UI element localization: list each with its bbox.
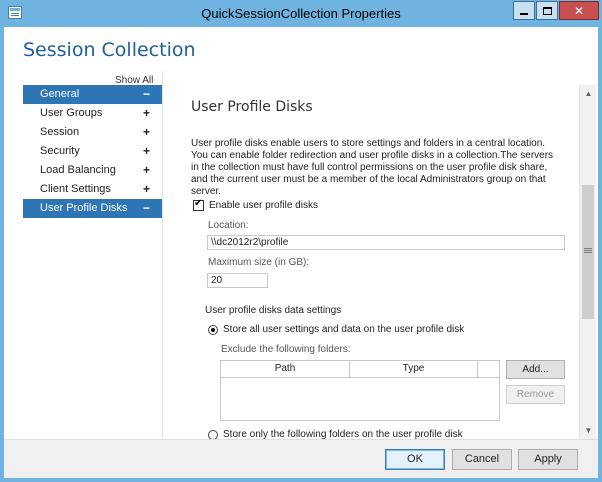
scroll-up-icon[interactable]: ▲ bbox=[580, 85, 597, 102]
max-size-field[interactable]: 20 bbox=[207, 273, 268, 288]
minimize-icon bbox=[520, 12, 528, 15]
page-title: Session Collection bbox=[23, 39, 196, 61]
sidebar-item-label: Client Settings bbox=[40, 183, 111, 195]
remove-folder-button[interactable]: Remove bbox=[506, 385, 565, 404]
location-field[interactable]: \\dc2012r2\profile bbox=[207, 235, 565, 250]
location-label: Location: bbox=[208, 220, 249, 231]
dialog-client-area: Session Collection Show All General − Us… bbox=[4, 27, 598, 478]
sidebar-item-client-settings[interactable]: Client Settings + bbox=[23, 180, 162, 199]
properties-window: QuickSessionCollection Properties ✕ Sess… bbox=[0, 0, 602, 482]
store-all-radio[interactable] bbox=[208, 324, 218, 335]
sidebar-item-load-balancing[interactable]: Load Balancing + bbox=[23, 161, 162, 180]
data-settings-heading: User profile disks data settings bbox=[205, 305, 342, 316]
enable-upd-checkbox[interactable] bbox=[193, 198, 204, 211]
close-button[interactable]: ✕ bbox=[559, 1, 599, 20]
max-size-label: Maximum size (in GB): bbox=[208, 257, 310, 268]
table-header: Path Type bbox=[221, 361, 499, 378]
dialog-button-bar: OK Cancel Apply bbox=[4, 439, 598, 478]
title-bar[interactable]: QuickSessionCollection Properties ✕ bbox=[0, 0, 602, 27]
store-all-label: Store all user settings and data on the … bbox=[223, 324, 465, 335]
window-title: QuickSessionCollection Properties bbox=[201, 6, 401, 21]
exclude-folders-label: Exclude the following folders: bbox=[221, 344, 351, 355]
enable-upd-label: Enable user profile disks bbox=[209, 200, 318, 211]
close-icon: ✕ bbox=[573, 3, 585, 18]
sidebar-item-label: Session bbox=[40, 126, 80, 138]
maximize-button[interactable] bbox=[536, 1, 558, 20]
settings-content-pane: User Profile Disks User profile disks en… bbox=[163, 84, 579, 439]
apply-button[interactable]: Apply bbox=[518, 449, 578, 470]
scroll-down-icon[interactable]: ▼ bbox=[580, 422, 597, 439]
sidebar-item-user-groups[interactable]: User Groups + bbox=[23, 104, 162, 123]
sidebar-item-label: Load Balancing bbox=[40, 164, 116, 176]
enable-upd-checkbox-row[interactable]: Enable user profile disks bbox=[193, 198, 318, 211]
column-header-type[interactable]: Type bbox=[350, 361, 478, 377]
sidebar-item-security[interactable]: Security + bbox=[23, 142, 162, 161]
expand-icon[interactable]: + bbox=[143, 161, 150, 180]
add-folder-button[interactable]: Add... bbox=[506, 360, 565, 379]
expand-icon[interactable]: + bbox=[143, 123, 150, 142]
column-header-path[interactable]: Path bbox=[221, 361, 350, 377]
sidebar-item-label: User Profile Disks bbox=[40, 202, 128, 214]
sidebar-item-label: General bbox=[40, 88, 80, 100]
excluded-folders-table[interactable]: Path Type bbox=[220, 360, 500, 421]
collapse-icon[interactable]: − bbox=[143, 85, 150, 104]
section-title: User Profile Disks bbox=[191, 99, 313, 115]
sidebar-item-label: User Groups bbox=[40, 107, 103, 119]
content-scrollbar[interactable]: ▲ ▼ bbox=[579, 85, 596, 439]
section-description: User profile disks enable users to store… bbox=[191, 138, 554, 197]
sidebar-item-user-profile-disks[interactable]: User Profile Disks − bbox=[23, 199, 162, 218]
sidebar-nav: General − User Groups + Session + Securi… bbox=[23, 85, 162, 218]
sidebar-item-label: Security bbox=[40, 145, 80, 157]
sidebar-item-general[interactable]: General − bbox=[23, 85, 162, 104]
minimize-button[interactable] bbox=[513, 1, 535, 20]
store-all-radio-row[interactable]: Store all user settings and data on the … bbox=[208, 324, 464, 335]
scrollbar-thumb[interactable] bbox=[582, 185, 594, 319]
collapse-icon[interactable]: − bbox=[143, 199, 150, 218]
column-header-filler bbox=[478, 361, 499, 377]
maximize-icon bbox=[542, 6, 552, 15]
expand-icon[interactable]: + bbox=[143, 104, 150, 123]
expand-icon[interactable]: + bbox=[143, 180, 150, 199]
store-only-label: Store only the following folders on the … bbox=[223, 429, 463, 439]
store-only-radio-row[interactable]: Store only the following folders on the … bbox=[208, 429, 463, 439]
ok-button[interactable]: OK bbox=[385, 449, 445, 470]
grip-icon bbox=[584, 248, 592, 249]
cancel-button[interactable]: Cancel bbox=[452, 449, 512, 470]
store-only-radio[interactable] bbox=[208, 429, 218, 439]
expand-icon[interactable]: + bbox=[143, 142, 150, 161]
sidebar-item-session[interactable]: Session + bbox=[23, 123, 162, 142]
